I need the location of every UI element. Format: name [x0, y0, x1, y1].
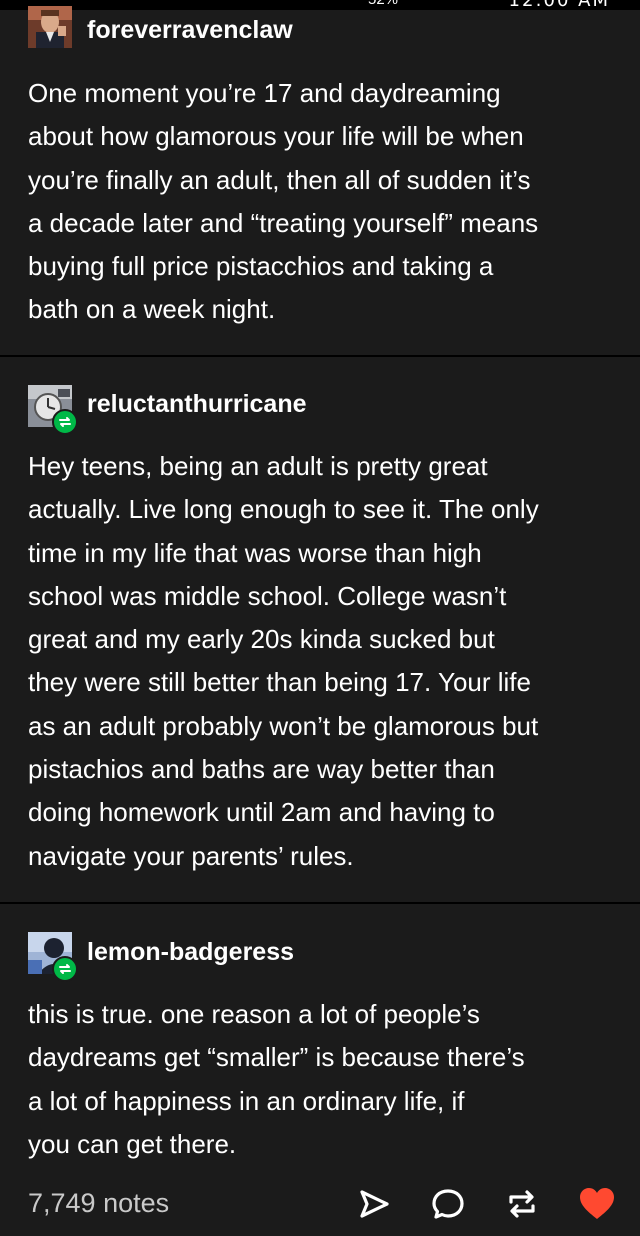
post-line: actually. Live long enough to see it. Th… — [28, 494, 539, 525]
post-line: as an adult probably won’t be glamorous … — [28, 710, 539, 741]
post-line: daydreams get “smaller” is because there… — [28, 1042, 525, 1073]
post-line: a decade later and “treating yourself” m… — [28, 207, 539, 238]
post-line: they were still better than being 17. Yo… — [28, 667, 531, 698]
username[interactable]: foreverravenclaw — [87, 16, 293, 45]
like-heart-icon[interactable] — [578, 1186, 614, 1222]
post-line: One moment you’re 17 and daydreaming — [28, 78, 501, 108]
post-line: pistachios and baths are way better than — [28, 754, 495, 785]
status-bar: 52% 12:00 AM — [0, 0, 640, 10]
username[interactable]: reluctanthurricane — [87, 390, 307, 419]
post-line: about how glamorous your life will be wh… — [28, 121, 524, 152]
post-line: Hey teens, being an adult is pretty grea… — [28, 451, 488, 481]
post-header: foreverravenclaw — [28, 6, 608, 50]
post-line: school was middle school. College wasn’t — [28, 580, 507, 611]
status-time: 12:00 AM — [509, 0, 610, 10]
reblog-icon[interactable] — [504, 1186, 540, 1222]
post-foreverravenclaw: foreverravenclaw One moment you’re 17 an… — [0, 6, 640, 355]
tumblr-post-view: 52% 12:00 AM foreverravenclaw One moment… — [0, 0, 640, 1236]
post-reluctanthurricane: reluctanthurricane Hey teens, being an a… — [0, 357, 640, 902]
post-line: buying full price pistacchios and taking… — [28, 251, 494, 282]
user-photo-avatar-icon[interactable] — [28, 6, 72, 48]
battery-percent: 52% — [368, 0, 398, 8]
post-line: a lot of happiness in an ordinary life, … — [28, 1085, 465, 1116]
post-line: you’re finally an adult, then all of sud… — [28, 164, 531, 195]
post-body: this is true. one reason a lot of people… — [28, 993, 613, 1166]
post-line: you can get there. — [28, 1128, 237, 1159]
username[interactable]: lemon-badgeress — [87, 938, 294, 967]
post-header: lemon-badgeress — [28, 932, 608, 982]
post-line: bath on a week night. — [28, 294, 276, 325]
post-footer: 7,749 notes — [0, 1172, 640, 1236]
post-lemon-badgeress: lemon-badgeress this is true. one reason… — [0, 904, 640, 1172]
reblog-badge-icon — [52, 956, 78, 982]
post-line: navigate your parents’ rules. — [28, 840, 354, 871]
post-body: One moment you’re 17 and daydreaming abo… — [28, 72, 613, 332]
post-body: Hey teens, being an adult is pretty grea… — [28, 445, 613, 878]
post-line: doing homework until 2am and having to — [28, 797, 495, 828]
post-line: time in my life that was worse than high — [28, 537, 482, 568]
share-icon[interactable] — [356, 1186, 392, 1222]
notes-count[interactable]: 7,749 notes — [28, 1188, 169, 1219]
post-line: this is true. one reason a lot of people… — [28, 999, 480, 1029]
reblog-badge-icon — [52, 409, 78, 435]
post-line: great and my early 20s kinda sucked but — [28, 624, 495, 655]
reply-icon[interactable] — [430, 1186, 466, 1222]
post-header: reluctanthurricane — [28, 385, 608, 435]
